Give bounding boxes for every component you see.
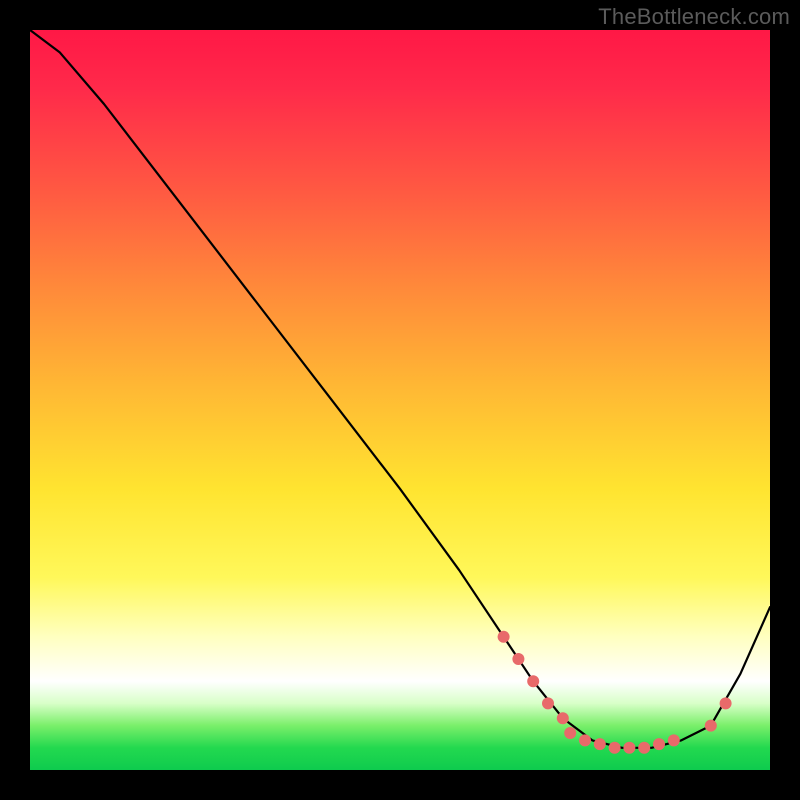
data-marker xyxy=(527,675,539,687)
data-marker xyxy=(542,697,554,709)
chart-svg xyxy=(30,30,770,770)
data-marker xyxy=(638,742,650,754)
data-marker xyxy=(623,742,635,754)
data-marker xyxy=(557,712,569,724)
watermark-text: TheBottleneck.com xyxy=(598,4,790,30)
chart-frame: TheBottleneck.com xyxy=(0,0,800,800)
data-marker xyxy=(705,720,717,732)
marker-group xyxy=(498,631,732,754)
data-marker xyxy=(564,727,576,739)
bottleneck-curve xyxy=(30,30,770,748)
data-marker xyxy=(653,738,665,750)
data-marker xyxy=(579,734,591,746)
plot-area xyxy=(30,30,770,770)
data-marker xyxy=(668,734,680,746)
data-marker xyxy=(498,631,510,643)
data-marker xyxy=(594,738,606,750)
data-marker xyxy=(512,653,524,665)
data-marker xyxy=(720,697,732,709)
data-marker xyxy=(609,742,621,754)
